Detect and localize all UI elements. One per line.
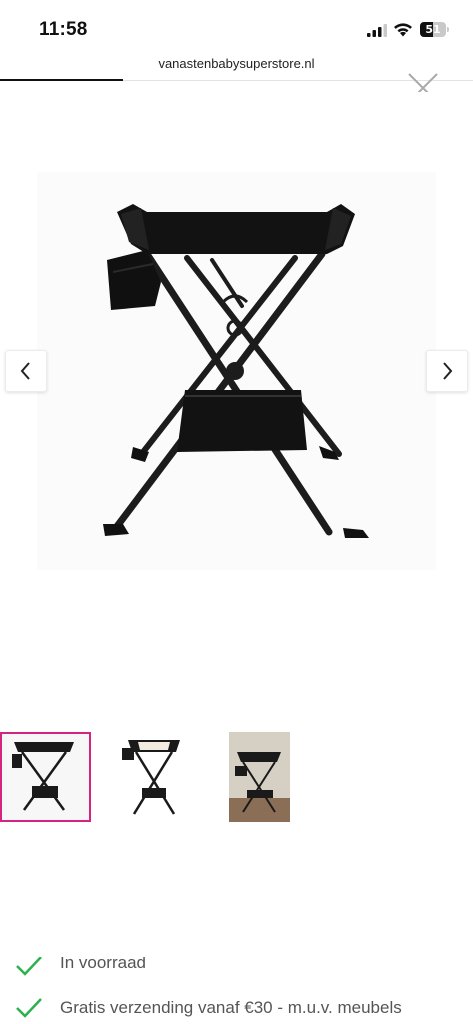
changing-table-illustration (103, 204, 369, 538)
status-bar: 11:58 51 (0, 0, 473, 50)
previous-image-button[interactable] (5, 350, 47, 392)
product-main-image[interactable] (37, 172, 436, 570)
thumbnail-strip (0, 732, 473, 824)
battery-icon: 51 (420, 22, 450, 37)
wifi-icon (394, 23, 412, 37)
status-time: 11:58 (39, 19, 88, 40)
thumbnail-1[interactable] (0, 732, 91, 822)
battery-level: 51 (425, 23, 441, 36)
chevron-right-icon (443, 362, 453, 380)
next-image-button[interactable] (426, 350, 468, 392)
chevron-left-icon (20, 362, 30, 380)
checkmark-icon (16, 998, 42, 1018)
thumbnail-2[interactable] (108, 732, 200, 822)
checkmark-icon (16, 957, 42, 976)
usp-free-shipping: Gratis verzending vanaf €30 - m.u.v. meu… (14, 995, 402, 1021)
cellular-signal-icon (367, 24, 387, 37)
thumbnail-3[interactable] (229, 732, 290, 822)
usp-in-stock: In voorraad (14, 957, 146, 983)
page-load-progress (0, 79, 123, 81)
usp-in-stock-text: In voorraad (60, 957, 146, 972)
usp-free-shipping-text: Gratis verzending vanaf €30 - m.u.v. meu… (60, 998, 402, 1017)
url-text[interactable]: vanastenbabysuperstore.nl (158, 56, 314, 71)
url-bar[interactable]: vanastenbabysuperstore.nl (0, 52, 473, 80)
close-icon[interactable] (405, 70, 441, 92)
